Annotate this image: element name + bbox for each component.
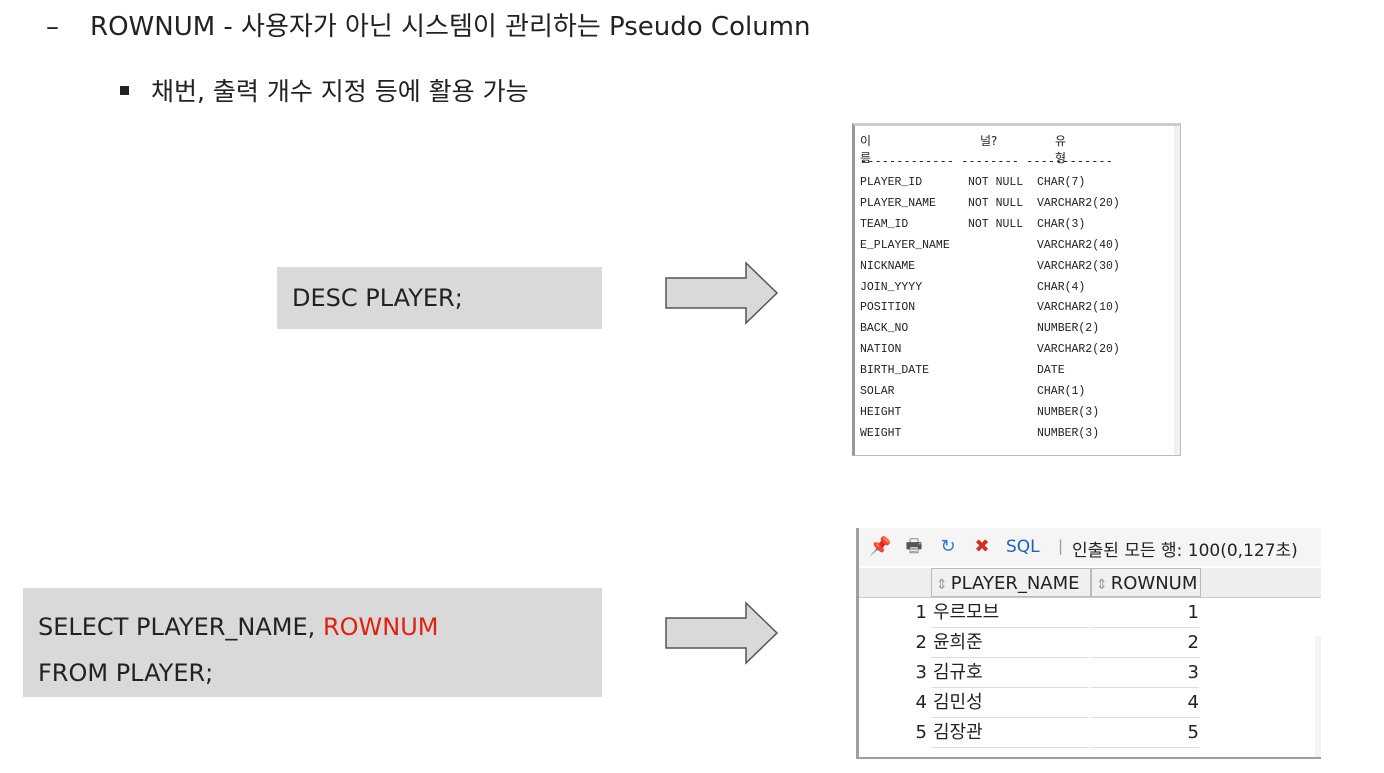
right-arrow-icon xyxy=(665,601,779,665)
desc-col-type: NUMBER(2) xyxy=(1037,322,1100,336)
select-query-line1: SELECT PLAYER_NAME, ROWNUM xyxy=(38,604,602,650)
desc-col-type: CHAR(3) xyxy=(1037,217,1086,231)
row-number: 5 xyxy=(915,722,927,743)
pin-icon[interactable]: 📌 xyxy=(869,536,891,558)
print-icon[interactable]: 🖶 xyxy=(903,536,925,558)
desc-col-type: NUMBER(3) xyxy=(1037,405,1100,419)
desc-col-name: PLAYER_ID xyxy=(860,176,923,189)
column-header-player-name[interactable]: ⇕ PLAYER_NAME xyxy=(931,568,1091,597)
desc-col-null: NOT NULL xyxy=(968,176,1024,189)
column-header-rownum[interactable]: ⇕ ROWNUM xyxy=(1091,568,1201,597)
select-query-line2: FROM PLAYER; xyxy=(38,659,214,687)
sort-icon[interactable]: ⇕ xyxy=(1096,577,1108,593)
desc-col-null: NOT NULL xyxy=(968,217,1024,231)
desc-col-type: CHAR(1) xyxy=(1037,385,1086,398)
square-bullet-icon xyxy=(120,85,129,95)
grid-scrollbar[interactable] xyxy=(1315,636,1321,757)
sql-button[interactable]: SQL xyxy=(1006,537,1040,557)
desc-query-text: DESC PLAYER; xyxy=(292,284,463,312)
cell-player-name: 윤희준 xyxy=(931,628,1089,658)
row-number: 4 xyxy=(915,692,927,713)
desc-separator: ------------- -------- ------------ xyxy=(860,154,1113,168)
desc-scrollbar[interactable] xyxy=(1174,126,1180,455)
cell-rownum: 1 xyxy=(1091,598,1199,628)
desc-header-null: 널? xyxy=(980,134,998,148)
column-header-label: ROWNUM xyxy=(1110,573,1198,594)
rownum-highlight: ROWNUM xyxy=(322,613,439,641)
cell-player-name: 김규호 xyxy=(931,658,1089,688)
desc-output-panel: 이름 널? 유형 ------------- -------- --------… xyxy=(852,123,1181,456)
heading-text: ROWNUM - 사용자가 아닌 시스템이 관리하는 Pseudo Column xyxy=(90,12,811,42)
toolbar-separator: | xyxy=(1058,537,1064,555)
cell-player-name: 우르모브 xyxy=(931,598,1089,628)
desc-col-type: NUMBER(3) xyxy=(1037,426,1100,440)
desc-col-name: POSITION xyxy=(860,301,916,315)
result-toolbar: 📌 🖶 ↻ ✖ SQL | 인출된 모든 행: 100(0,127초) xyxy=(859,528,1321,566)
dash-marker: – xyxy=(46,12,59,42)
row-number: 3 xyxy=(915,662,927,683)
desc-col-type: VARCHAR2(20) xyxy=(1037,196,1120,210)
desc-col-name: E_PLAYER_NAME xyxy=(860,238,950,252)
desc-col-name: BACK_NO xyxy=(860,322,909,336)
cell-rownum: 2 xyxy=(1091,628,1199,658)
row-number: 2 xyxy=(915,632,927,653)
cell-player-name: 김장관 xyxy=(931,718,1089,748)
desc-col-name: SOLAR xyxy=(860,385,895,398)
table-row[interactable]: 2 윤희준 2 xyxy=(859,628,1321,658)
cell-rownum: 4 xyxy=(1091,688,1199,718)
select-query-prefix: SELECT PLAYER_NAME, xyxy=(38,613,323,641)
desc-col-name: BIRTH_DATE xyxy=(860,364,930,378)
table-row[interactable]: 3 김규호 3 xyxy=(859,658,1321,688)
desc-col-name: WEIGHT xyxy=(860,426,902,440)
desc-col-name: JOIN_YYYY xyxy=(860,280,923,294)
desc-col-name: HEIGHT xyxy=(860,405,902,419)
export-icon[interactable]: ✖ xyxy=(971,536,993,558)
row-number: 1 xyxy=(915,602,927,623)
desc-col-type: VARCHAR2(20) xyxy=(1037,343,1120,357)
desc-col-type: VARCHAR2(40) xyxy=(1037,238,1120,252)
cell-rownum: 3 xyxy=(1091,658,1199,688)
desc-col-type: VARCHAR2(30) xyxy=(1037,259,1120,273)
refresh-icon[interactable]: ↻ xyxy=(937,536,959,558)
grid-header: ⇕ PLAYER_NAME ⇕ ROWNUM xyxy=(859,568,1321,598)
fetch-status: 인출된 모든 행: 100(0,127초) xyxy=(1072,541,1298,561)
desc-col-name: NICKNAME xyxy=(860,259,916,273)
table-row[interactable]: 1 우르모브 1 xyxy=(859,598,1321,628)
heading-bullet: – ROWNUM - 사용자가 아닌 시스템이 관리하는 Pseudo Colum… xyxy=(46,6,811,43)
table-row[interactable]: 5 김장관 5 xyxy=(859,718,1321,748)
desc-query-box: DESC PLAYER; xyxy=(277,267,602,329)
select-query-box: SELECT PLAYER_NAME, ROWNUM FROM PLAYER; xyxy=(23,588,602,697)
query-result-panel: 📌 🖶 ↻ ✖ SQL | 인출된 모든 행: 100(0,127초) ⇕ PLA… xyxy=(856,528,1321,759)
desc-col-type: CHAR(4) xyxy=(1037,280,1086,294)
right-arrow-icon xyxy=(665,261,779,325)
cell-player-name: 김민성 xyxy=(931,688,1089,718)
result-grid: ⇕ PLAYER_NAME ⇕ ROWNUM 1 우르모브 1 2 윤희준 2 3 김규호 3 4 김민… xyxy=(859,566,1321,757)
cell-rownum: 5 xyxy=(1091,718,1199,748)
sub-bullet: 채번, 출력 개수 지정 등에 활용 가능 xyxy=(120,72,529,108)
desc-col-null: NOT NULL xyxy=(968,196,1024,210)
table-row[interactable]: 4 김민성 4 xyxy=(859,688,1321,718)
desc-col-name: TEAM_ID xyxy=(860,217,909,231)
desc-col-name: NATION xyxy=(860,343,902,357)
sort-icon[interactable]: ⇕ xyxy=(936,577,948,593)
desc-col-type: VARCHAR2(10) xyxy=(1037,301,1120,315)
desc-col-type: CHAR(7) xyxy=(1037,176,1086,189)
desc-col-type: DATE xyxy=(1037,364,1065,378)
desc-col-name: PLAYER_NAME xyxy=(860,196,936,210)
column-header-label: PLAYER_NAME xyxy=(950,573,1080,594)
sub-bullet-text: 채번, 출력 개수 지정 등에 활용 가능 xyxy=(151,77,529,106)
